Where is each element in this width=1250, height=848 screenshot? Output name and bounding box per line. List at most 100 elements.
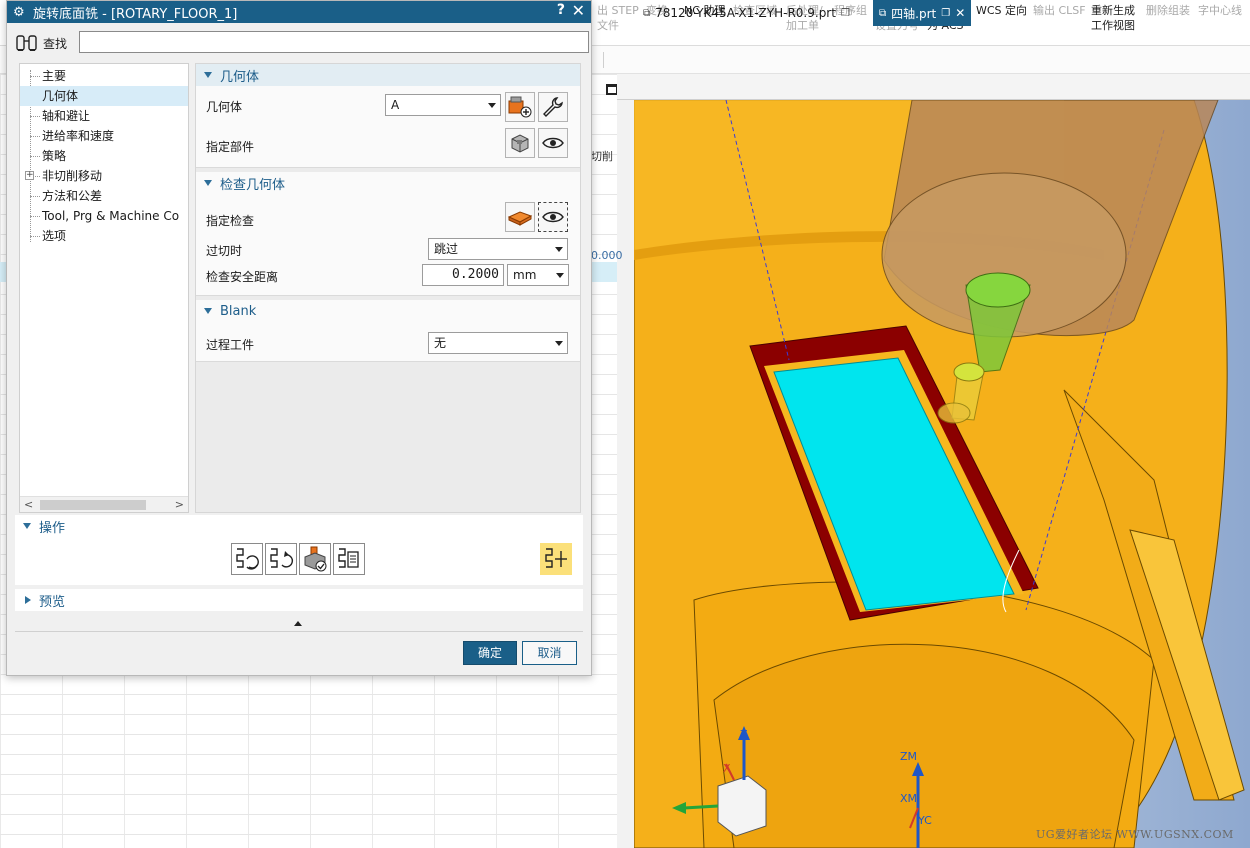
ok-button[interactable]: 确定 (463, 641, 517, 665)
tree-item[interactable]: Tool, Prg & Machine Co (20, 206, 188, 226)
scroll-thumb[interactable] (40, 500, 146, 510)
tree-item[interactable]: 非切削移动 (20, 166, 188, 186)
document-tabs (617, 74, 1250, 100)
geometry-select[interactable]: A (385, 94, 501, 116)
tree-item[interactable]: 选项 (20, 226, 188, 246)
button-divider (15, 631, 583, 632)
group-title: 预览 (39, 594, 66, 610)
tree-item[interactable]: 主要 (20, 66, 188, 86)
mcs-ym-label: YC (917, 814, 932, 827)
gear-icon: ⚙ (13, 4, 25, 20)
tree-item[interactable]: 策略 (20, 146, 188, 166)
group-title: 几何体 (220, 69, 260, 85)
graphics-viewport[interactable]: Z X ZM XM YC (634, 100, 1250, 848)
tree-item[interactable]: 进给率和速度 (20, 126, 188, 146)
check-geometry-icon (507, 211, 533, 226)
ribbon-centerline[interactable]: 字中心线 (1198, 3, 1242, 18)
display-part-button[interactable] (538, 128, 568, 158)
close-button[interactable]: ✕ (572, 1, 585, 20)
find-label: 查找 (43, 36, 68, 51)
ribbon-wcs-orient[interactable]: WCS 定向 (976, 3, 1027, 18)
dialog-title: 旋转底面铣 - [ROTARY_FLOOR_1] (33, 6, 238, 22)
generate-button[interactable] (231, 543, 263, 575)
geometry-select-value: A (391, 98, 400, 112)
unit-select[interactable]: mm (507, 264, 569, 286)
expand-plus-icon[interactable]: + (25, 171, 34, 180)
expand-triangle-icon (25, 596, 31, 604)
dialog-titlebar[interactable]: ⚙ 旋转底面铣 - [ROTARY_FLOOR_1] ? ✕ (7, 1, 591, 23)
geometry-group-header[interactable]: 几何体 (196, 64, 580, 86)
replay-toolpath-icon (270, 548, 293, 568)
chevron-down-icon (555, 247, 563, 252)
tree-item[interactable]: 方法和公差 (20, 186, 188, 206)
specify-part-label: 指定部件 (206, 140, 255, 154)
wcs-x-axis-label: X (723, 762, 731, 775)
new-geometry-icon (508, 96, 532, 118)
forum-watermark: UG爱好者论坛 WWW.UGSNX.COM (1036, 828, 1234, 841)
ribbon-output-clsf[interactable]: 输出 CLSF (1033, 3, 1086, 18)
actions-group: 操作 (15, 515, 583, 585)
scroll-right-icon[interactable]: > (175, 498, 184, 511)
mcs-zm-label: ZM (900, 750, 917, 763)
check-geometry-group: 检查几何体 指定检查 过切时 跳过 检查安全距离 0.2000 mm (196, 172, 580, 296)
part-file-icon: ⧉ (879, 7, 887, 19)
list-button[interactable] (333, 543, 365, 575)
toolpath-display-icon (545, 548, 567, 568)
binoculars-icon (16, 35, 37, 51)
help-button[interactable]: ? (557, 2, 565, 18)
safe-distance-input[interactable]: 0.2000 (422, 264, 504, 286)
display-check-button[interactable] (538, 202, 568, 232)
collapse-triangle-icon (204, 308, 212, 314)
blank-group: Blank 过程工件 无 (196, 300, 580, 362)
blank-group-header[interactable]: Blank (196, 300, 580, 322)
collapse-triangle-icon (204, 72, 212, 78)
settings-panel: 几何体 几何体 A 指定部件 检查几何体 指定检查 过切时 跳过 检查安全距离 … (195, 63, 581, 513)
geometry-group: 几何体 几何体 A 指定部件 (196, 64, 580, 168)
specify-check-label: 指定检查 (206, 214, 255, 228)
tree-horizontal-scrollbar[interactable]: < > (20, 496, 188, 512)
tab-modified-icon: ❐ (840, 7, 850, 19)
check-safe-distance-label: 检查安全距离 (206, 270, 279, 284)
part-file-icon: ⧉ (643, 7, 651, 19)
ribbon-delete-assembly[interactable]: 删除组装 (1146, 3, 1190, 18)
eye-icon (542, 211, 564, 223)
check-geometry-header[interactable]: 检查几何体 (196, 172, 580, 194)
verify-toolpath-icon (304, 546, 327, 572)
find-input[interactable] (79, 31, 589, 53)
ipw-select-value: 无 (434, 336, 447, 350)
preview-group-header[interactable]: 预览 (15, 589, 399, 611)
edit-geometry-button[interactable] (538, 92, 568, 122)
overcut-select[interactable]: 跳过 (428, 238, 568, 260)
overcut-label: 过切时 (206, 244, 243, 258)
tab-close-icon[interactable]: ✕ (955, 6, 965, 20)
display-toolpath-button[interactable] (540, 543, 572, 575)
cancel-button[interactable]: 取消 (522, 641, 577, 665)
scroll-left-icon[interactable]: < (24, 498, 33, 511)
mcs-xm-label: XM (900, 792, 917, 805)
verify-button[interactable] (299, 543, 331, 575)
settings-tree: 主要 几何体 轴和避让 进给率和速度 策略 非切削移动 + 方法和公差 Tool, Prg & … (19, 63, 189, 513)
collapse-triangle-icon (23, 523, 31, 529)
eye-icon (542, 137, 564, 149)
group-title: Blank (220, 303, 257, 319)
ipw-label: 过程工件 (206, 338, 255, 352)
replay-button[interactable] (265, 543, 297, 575)
tab-modified-icon: ❐ (941, 7, 951, 19)
select-part-button[interactable] (505, 128, 535, 158)
select-check-button[interactable] (505, 202, 535, 232)
ribbon-export-step[interactable]: 出 STEP 文件 (597, 3, 639, 33)
collapse-dialog-icon[interactable] (294, 621, 302, 626)
wcs-z-axis-label: Z (740, 728, 748, 741)
tree-item[interactable]: 轴和避让 (20, 106, 188, 126)
new-geometry-button[interactable] (505, 92, 535, 122)
tab-part-file[interactable]: ⧉ 78120-YK45A-X1-ZYH-R0.9.prt ❐ (637, 0, 856, 26)
ipw-select[interactable]: 无 (428, 332, 568, 354)
chevron-down-icon (556, 273, 564, 278)
group-title: 检查几何体 (220, 177, 286, 193)
tree-item[interactable]: 几何体 (20, 86, 188, 106)
actions-group-header[interactable]: 操作 (15, 515, 583, 537)
unit-select-value: mm (513, 268, 537, 282)
ribbon-regenerate-view[interactable]: 重新生成 工作视图 (1091, 3, 1135, 33)
grid-cell-value: 0.000 (591, 249, 623, 262)
tab-four-axis[interactable]: ⧉ 四轴.prt ❐ ✕ (873, 0, 972, 26)
